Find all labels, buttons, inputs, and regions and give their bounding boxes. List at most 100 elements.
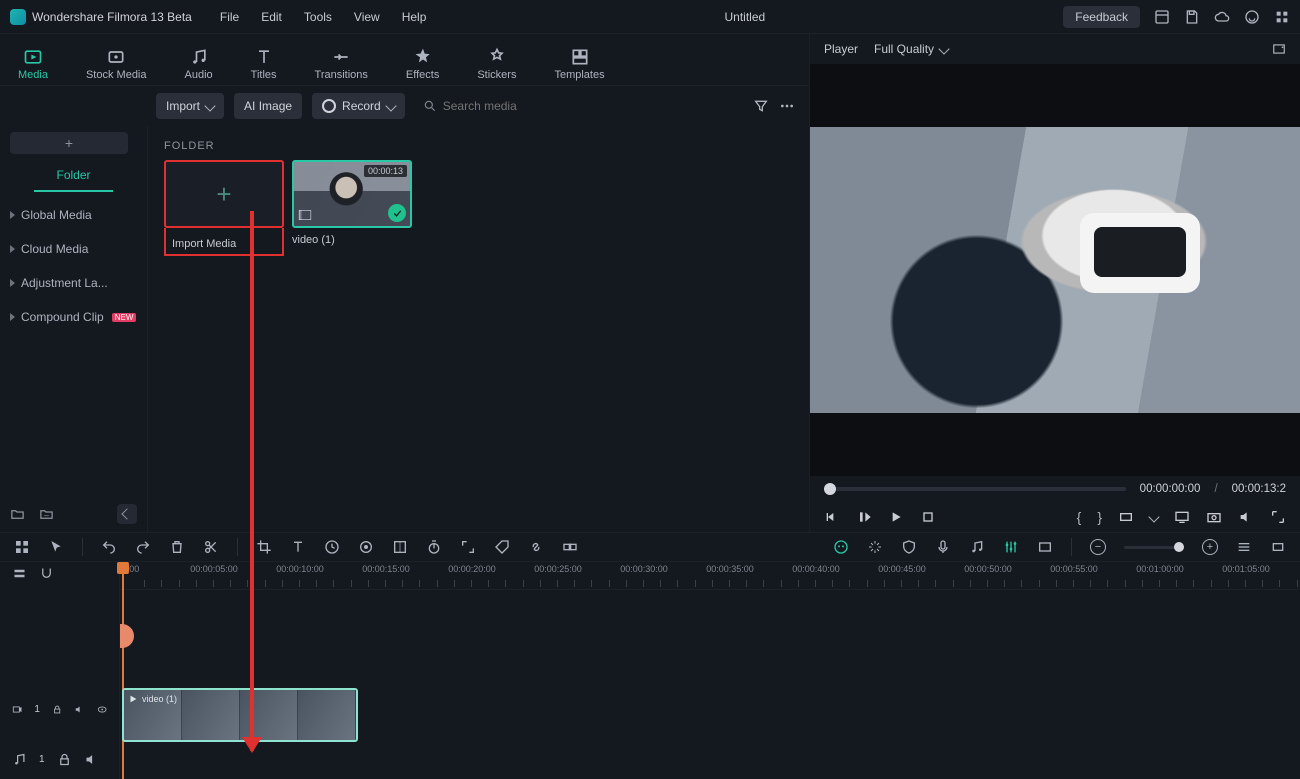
snapshot-icon[interactable] bbox=[1272, 42, 1286, 56]
timeline-ruler[interactable]: 00:0000:00:05:0000:00:10:0000:00:15:0000… bbox=[120, 562, 1300, 590]
mark-out-button[interactable]: } bbox=[1097, 509, 1102, 525]
duration-icon[interactable] bbox=[426, 539, 442, 555]
playhead[interactable] bbox=[122, 562, 124, 779]
ai-image-button[interactable]: AI Image bbox=[234, 93, 302, 119]
category-titles[interactable]: Titles bbox=[251, 43, 277, 81]
menu-help[interactable]: Help bbox=[402, 10, 427, 24]
category-effects[interactable]: Effects bbox=[406, 43, 439, 81]
search-input[interactable] bbox=[443, 99, 603, 113]
category-stickers[interactable]: Stickers bbox=[477, 43, 516, 81]
camera-icon[interactable] bbox=[1206, 509, 1222, 525]
player-tab-label[interactable]: Player bbox=[824, 42, 858, 56]
mic-icon[interactable] bbox=[935, 539, 951, 555]
tag-icon[interactable] bbox=[494, 539, 510, 555]
undo-icon[interactable] bbox=[101, 539, 117, 555]
folder-tab[interactable]: Folder bbox=[34, 154, 113, 192]
sparkle-icon[interactable] bbox=[867, 539, 883, 555]
scrubber-handle[interactable] bbox=[824, 483, 836, 495]
sidebar-item-cloud-media[interactable]: Cloud Media bbox=[0, 232, 147, 266]
crop-ratio-icon[interactable] bbox=[1118, 509, 1134, 525]
new-badge: NEW bbox=[112, 313, 137, 322]
apps-icon[interactable] bbox=[1274, 9, 1290, 25]
zoom-out-button[interactable]: − bbox=[1090, 539, 1106, 555]
play-icon[interactable] bbox=[888, 509, 904, 525]
lock-icon[interactable] bbox=[52, 702, 62, 717]
sidebar-collapse-button[interactable] bbox=[117, 504, 137, 524]
fullscreen-icon[interactable] bbox=[1270, 509, 1286, 525]
ai-tool-icon[interactable] bbox=[833, 539, 849, 555]
text-tool-icon[interactable] bbox=[290, 539, 306, 555]
timeline-tracks-area[interactable]: 00:0000:00:05:0000:00:10:0000:00:15:0000… bbox=[120, 562, 1300, 779]
prev-frame-icon[interactable] bbox=[824, 509, 840, 525]
save-icon[interactable] bbox=[1184, 9, 1200, 25]
more-icon[interactable] bbox=[779, 98, 795, 114]
expand-icon[interactable] bbox=[460, 539, 476, 555]
category-audio[interactable]: Audio bbox=[185, 43, 213, 81]
player-scrubber[interactable] bbox=[824, 487, 1126, 491]
preview-viewport[interactable] bbox=[810, 64, 1300, 476]
filter-icon[interactable] bbox=[753, 98, 769, 114]
zoom-in-button[interactable]: + bbox=[1202, 539, 1218, 555]
chroma-icon[interactable] bbox=[392, 539, 408, 555]
timeline-view-icon[interactable] bbox=[1236, 539, 1252, 555]
menu-edit[interactable]: Edit bbox=[261, 10, 282, 24]
sidebar-item-global-media[interactable]: Global Media bbox=[0, 198, 147, 232]
mixer-icon[interactable] bbox=[1003, 539, 1019, 555]
record-dropdown[interactable]: Record bbox=[312, 93, 405, 119]
audio-track-header[interactable]: 1 bbox=[0, 739, 119, 779]
fit-icon[interactable] bbox=[1270, 539, 1286, 555]
redo-icon[interactable] bbox=[135, 539, 151, 555]
stop-icon[interactable] bbox=[920, 509, 936, 525]
timeline-clip[interactable]: video (1) bbox=[122, 688, 358, 742]
zoom-handle[interactable] bbox=[1174, 542, 1184, 552]
feedback-button[interactable]: Feedback bbox=[1063, 6, 1140, 28]
visibility-icon[interactable] bbox=[97, 702, 107, 717]
display-icon[interactable] bbox=[1174, 509, 1190, 525]
category-stock-media[interactable]: Stock Media bbox=[86, 43, 147, 81]
magnet-icon[interactable] bbox=[39, 566, 54, 581]
cloud-icon[interactable] bbox=[1214, 9, 1230, 25]
lock-icon[interactable] bbox=[57, 752, 72, 767]
frame-icon[interactable] bbox=[1037, 539, 1053, 555]
scroll-knob[interactable] bbox=[120, 624, 134, 648]
group-icon[interactable] bbox=[562, 539, 578, 555]
titlebar-actions: Feedback bbox=[1063, 6, 1290, 28]
speed-icon[interactable] bbox=[324, 539, 340, 555]
new-folder-icon[interactable] bbox=[10, 507, 25, 522]
play-pause-icon[interactable] bbox=[856, 509, 872, 525]
layers-icon[interactable] bbox=[12, 566, 27, 581]
video-track-header[interactable]: 1 bbox=[0, 679, 119, 739]
mute-icon[interactable] bbox=[84, 752, 99, 767]
media-pane: Media Stock Media Audio Titles Transitio… bbox=[0, 34, 810, 532]
sidebar-item-adjustment-layer[interactable]: Adjustment La... bbox=[0, 266, 147, 300]
mute-icon[interactable] bbox=[74, 702, 84, 717]
category-media[interactable]: Media bbox=[18, 43, 48, 81]
quality-select[interactable]: Full Quality bbox=[874, 42, 948, 56]
menu-tools[interactable]: Tools bbox=[304, 10, 332, 24]
layout-icon[interactable] bbox=[1154, 9, 1170, 25]
grid-icon[interactable] bbox=[14, 539, 30, 555]
mark-in-button[interactable]: { bbox=[1077, 509, 1082, 525]
link-folder-icon[interactable] bbox=[39, 507, 54, 522]
link-icon[interactable] bbox=[528, 539, 544, 555]
chevron-down-icon[interactable] bbox=[1148, 511, 1159, 522]
category-transitions[interactable]: Transitions bbox=[315, 43, 368, 81]
crop-icon[interactable] bbox=[256, 539, 272, 555]
import-dropdown[interactable]: Import bbox=[156, 93, 224, 119]
volume-icon[interactable] bbox=[1238, 509, 1254, 525]
menu-file[interactable]: File bbox=[220, 10, 239, 24]
menu-view[interactable]: View bbox=[354, 10, 380, 24]
zoom-slider[interactable] bbox=[1124, 546, 1184, 549]
select-tool-icon[interactable] bbox=[48, 539, 64, 555]
sidebar-item-compound-clip[interactable]: Compound ClipNEW bbox=[0, 300, 147, 334]
category-templates[interactable]: Templates bbox=[554, 43, 604, 81]
import-media-tile[interactable]: + Import Media bbox=[164, 160, 284, 256]
color-icon[interactable] bbox=[358, 539, 374, 555]
delete-icon[interactable] bbox=[169, 539, 185, 555]
support-icon[interactable] bbox=[1244, 9, 1260, 25]
split-icon[interactable] bbox=[203, 539, 219, 555]
music-tool-icon[interactable] bbox=[969, 539, 985, 555]
shield-icon[interactable] bbox=[901, 539, 917, 555]
media-clip-tile[interactable]: 00:00:13 video (1) bbox=[292, 160, 412, 256]
sidebar-add-button[interactable]: + bbox=[10, 132, 128, 154]
